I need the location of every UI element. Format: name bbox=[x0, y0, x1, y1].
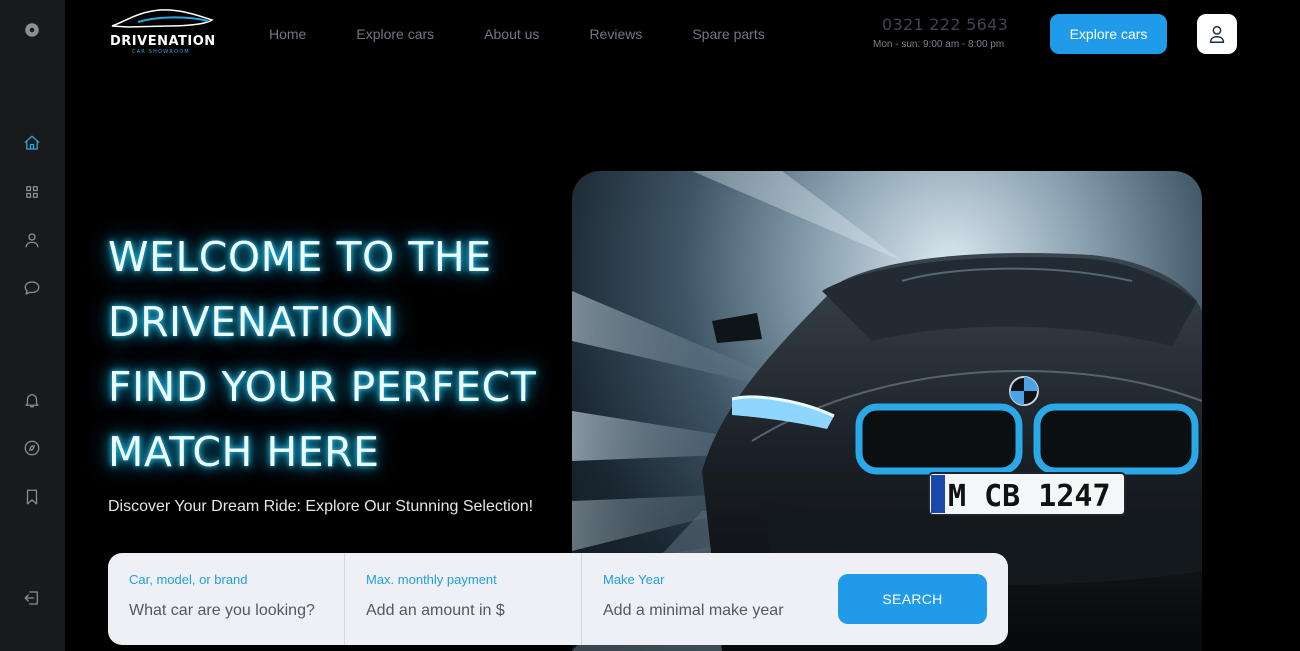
explore-cars-button[interactable]: Explore cars bbox=[1050, 14, 1167, 54]
hero-subtitle: Discover Your Dream Ride: Explore Our St… bbox=[108, 498, 534, 515]
grid-icon[interactable] bbox=[20, 180, 44, 204]
nav-about-us[interactable]: About us bbox=[484, 26, 539, 42]
brand-logo[interactable]: DRIVENATION CAR SHOWROOM bbox=[108, 6, 218, 58]
headline-line: FIND YOUR PERFECT bbox=[108, 363, 537, 411]
field-label: Max. monthly payment bbox=[366, 572, 497, 587]
search-field-car: Car, model, or brand bbox=[108, 553, 345, 645]
bookmark-icon[interactable] bbox=[20, 485, 44, 509]
left-rail bbox=[0, 0, 65, 651]
search-field-year: Make Year bbox=[582, 553, 819, 645]
logout-icon[interactable] bbox=[20, 586, 44, 610]
chat-icon[interactable] bbox=[20, 276, 44, 300]
headline-line: WELCOME TO THE bbox=[108, 233, 492, 281]
search-button[interactable]: SEARCH bbox=[838, 574, 987, 624]
opening-hours: Mon - sun: 9:00 am - 8:00 pm bbox=[873, 39, 1005, 50]
car-search-input[interactable] bbox=[129, 602, 329, 620]
payment-input[interactable] bbox=[366, 602, 566, 620]
nav-reviews[interactable]: Reviews bbox=[589, 26, 642, 42]
make-year-input[interactable] bbox=[603, 602, 803, 620]
headline-line: DRIVENATION bbox=[108, 298, 396, 346]
home-icon[interactable] bbox=[20, 131, 44, 155]
compass-icon[interactable] bbox=[20, 436, 44, 460]
main-nav: Home Explore cars About us Reviews Spare… bbox=[269, 26, 815, 42]
nav-home[interactable]: Home bbox=[269, 26, 306, 42]
user-icon[interactable] bbox=[20, 228, 44, 252]
brand-tagline: CAR SHOWROOM bbox=[132, 49, 190, 55]
bell-icon[interactable] bbox=[20, 388, 44, 412]
nav-spare-parts[interactable]: Spare parts bbox=[692, 26, 764, 42]
phone-number[interactable]: 0321 222 5643 bbox=[882, 15, 1008, 34]
brand-name: DRIVENATION bbox=[110, 34, 216, 49]
account-button[interactable] bbox=[1197, 14, 1237, 54]
license-plate: M CB 1247 bbox=[948, 479, 1111, 514]
user-icon bbox=[1209, 25, 1225, 43]
nav-explore-cars[interactable]: Explore cars bbox=[356, 26, 434, 42]
field-label: Car, model, or brand bbox=[129, 572, 248, 587]
search-field-payment: Max. monthly payment bbox=[345, 553, 582, 645]
headline-line: MATCH HERE bbox=[108, 428, 380, 476]
field-label: Make Year bbox=[603, 572, 665, 587]
car-search-bar: Car, model, or brand Max. monthly paymen… bbox=[108, 553, 1008, 645]
hero-headline: WELCOME TO THE DRIVENATION FIND YOUR PER… bbox=[108, 225, 588, 485]
car-silhouette-icon bbox=[111, 9, 214, 28]
settings-dot-icon[interactable] bbox=[20, 18, 44, 42]
